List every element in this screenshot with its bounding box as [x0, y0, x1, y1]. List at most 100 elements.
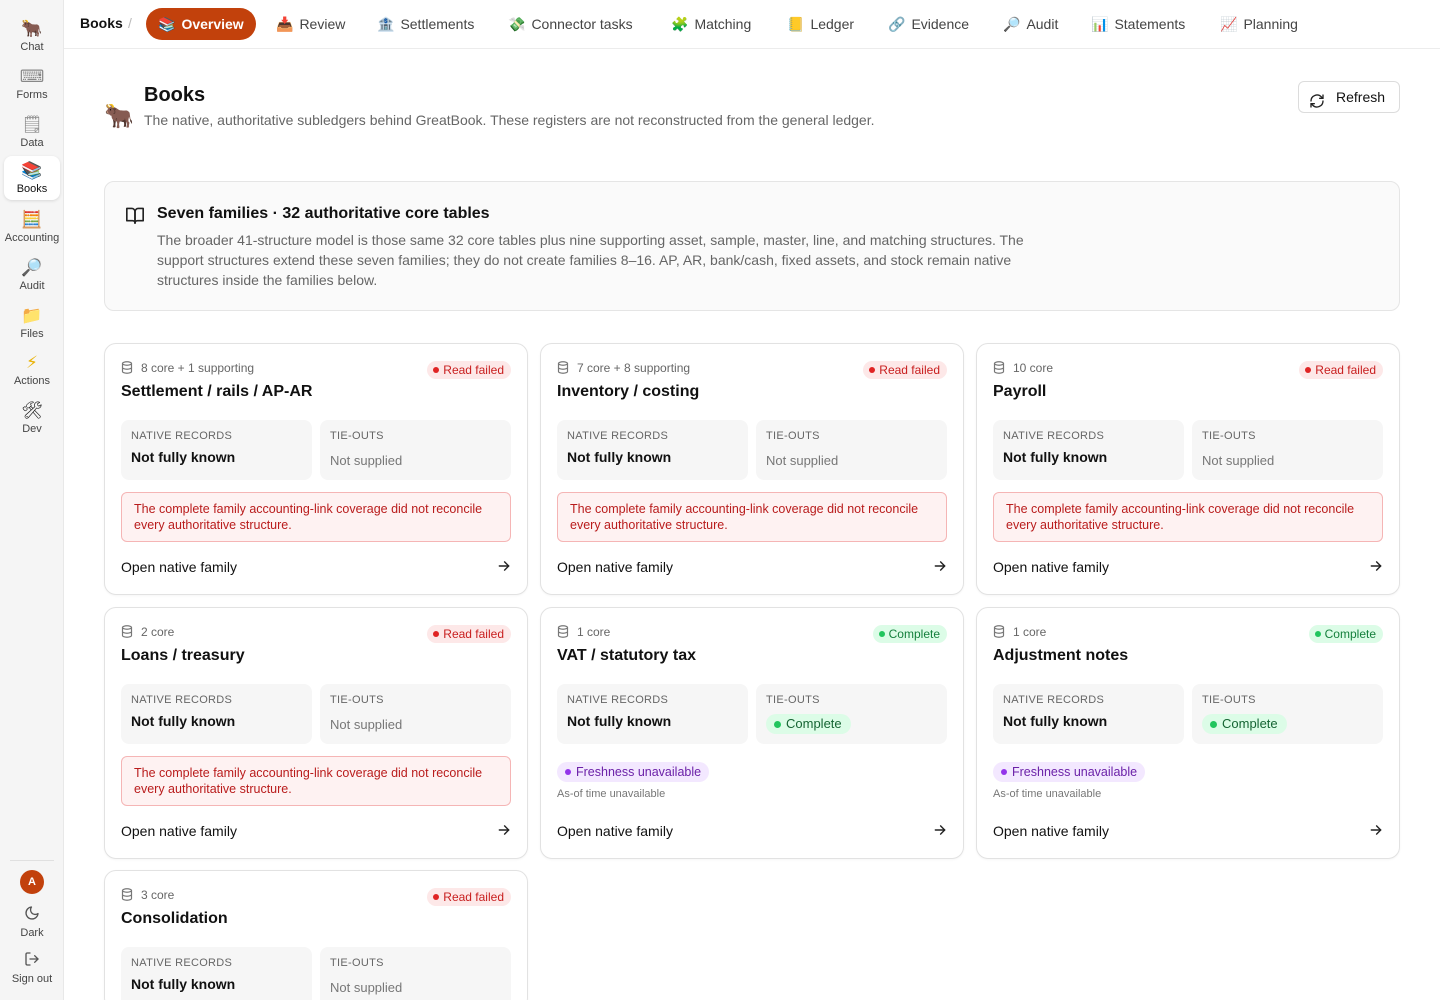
bull-icon: 🐂	[104, 102, 134, 130]
sidebar-item-data[interactable]: 🗒 Data	[4, 110, 60, 154]
arrow-right-icon[interactable]	[1369, 823, 1383, 842]
table-count: 1 core	[577, 625, 611, 639]
native-records-stat: NATIVE RECORDS Not fully known	[121, 947, 312, 1000]
sidebar-item-actions[interactable]: ⚡ Actions	[4, 348, 60, 392]
family-title: Settlement / rails / AP-AR	[121, 383, 313, 400]
native-records-stat: NATIVE RECORDS Not fully known	[993, 420, 1184, 480]
lightning-icon: ⚡	[26, 353, 38, 373]
database-icon	[121, 888, 133, 906]
complete-pill: Complete	[766, 714, 851, 734]
bank-icon: 🏦	[377, 17, 395, 33]
tab-label: Planning	[1243, 16, 1298, 32]
family-card: 7 core + 8 supporting Read failed Invent…	[540, 343, 964, 595]
arrow-right-icon[interactable]	[933, 559, 947, 578]
info-body: The broader 41-structure model is those …	[157, 232, 1024, 288]
inbox-icon: 📥	[276, 17, 294, 33]
tab-connector-tasks[interactable]: 💸 Connector tasks	[508, 8, 633, 40]
status-badge: Read failed	[863, 361, 947, 379]
tie-outs-stat: TIE-OUTS Not supplied	[320, 684, 511, 744]
sidebar-item-books[interactable]: 📚 Books	[4, 156, 60, 200]
breadcrumb-separator: /	[128, 15, 132, 31]
tab-label: Ledger	[810, 16, 855, 32]
info-panel: Seven families · 32 authoritative core t…	[104, 181, 1400, 311]
family-card: 1 core Complete VAT / statutory tax NATI…	[540, 607, 964, 859]
avatar[interactable]: A	[20, 870, 44, 894]
tie-outs-stat: TIE-OUTS Not supplied	[320, 947, 511, 1000]
arrow-right-icon[interactable]	[933, 823, 947, 842]
tab-label: Evidence	[911, 16, 970, 32]
spreadsheet-icon: 🗒	[21, 115, 43, 135]
sidebar-item-accounting[interactable]: 🧮 Accounting	[4, 205, 60, 249]
keyboard-icon: ⌨	[19, 67, 45, 87]
database-icon	[993, 625, 1005, 643]
tab-statements[interactable]: 📊 Statements	[1091, 8, 1185, 40]
sidebar-item-forms[interactable]: ⌨ Forms	[4, 62, 60, 106]
as-of-time: As-of time unavailable	[993, 788, 1102, 800]
abacus-icon: 🧮	[21, 210, 43, 230]
family-title: Loans / treasury	[121, 647, 245, 664]
open-native-family-link[interactable]: Open native family	[993, 823, 1109, 839]
books-icon: 📚	[158, 17, 176, 33]
as-of-time: As-of time unavailable	[557, 788, 666, 800]
table-count: 3 core	[141, 888, 175, 902]
sidebar-divider	[10, 860, 54, 861]
open-native-family-link[interactable]: Open native family	[121, 559, 237, 575]
status-badge: Read failed	[427, 888, 511, 906]
open-native-family-link[interactable]: Open native family	[557, 823, 673, 839]
tab-settlements[interactable]: 🏦 Settlements	[377, 8, 474, 40]
tab-evidence[interactable]: 🔗 Evidence	[888, 8, 969, 40]
freshness-badge: Freshness unavailable	[993, 762, 1146, 782]
table-count: 8 core + 1 supporting	[141, 361, 255, 375]
tab-label: Audit	[1026, 16, 1059, 32]
magnifier-icon: 🔎	[1003, 17, 1021, 33]
open-native-family-link[interactable]: Open native family	[557, 559, 673, 575]
tab-review[interactable]: 📥 Review	[276, 8, 345, 40]
open-native-family-link[interactable]: Open native family	[121, 823, 237, 839]
top-nav: Books / 📚 Overview 📥 Review 🏦 Settlements 💸…	[64, 0, 1440, 49]
sidebar-item-label: Files	[20, 328, 44, 340]
refresh-button[interactable]: Refresh	[1298, 81, 1400, 113]
open-native-family-link[interactable]: Open native family	[993, 559, 1109, 575]
freshness-badge: Freshness unavailable	[557, 762, 710, 782]
sidebar-item-label: Audit	[19, 280, 45, 292]
tie-outs-stat: TIE-OUTS Complete	[1192, 684, 1383, 744]
sign-out-icon	[4, 951, 60, 971]
tab-ledger[interactable]: 📒 Ledger	[787, 8, 854, 40]
ledger-icon: 📒	[787, 17, 805, 33]
open-book-icon	[125, 206, 145, 229]
tab-label: Settlements	[400, 16, 475, 32]
sign-out-button[interactable]: Sign out	[4, 946, 60, 990]
complete-pill: Complete	[1202, 714, 1287, 734]
arrow-right-icon[interactable]	[1369, 559, 1383, 578]
page-title: Books	[144, 84, 206, 106]
sidebar-item-label: Forms	[16, 89, 48, 101]
sidebar-item-audit[interactable]: 🔎 Audit	[4, 253, 60, 297]
tab-label: Matching	[694, 16, 752, 32]
coverage-warning: The complete family accounting-link cove…	[121, 756, 511, 806]
dark-mode-label: Dark	[20, 927, 44, 939]
dark-mode-toggle[interactable]: Dark	[4, 900, 60, 944]
arrow-right-icon[interactable]	[497, 823, 511, 842]
tab-matching[interactable]: 🧩 Matching	[671, 8, 751, 40]
family-card: 1 core Complete Adjustment notes NATIVE …	[976, 607, 1400, 859]
family-card: 10 core Read failed Payroll NATIVE RECOR…	[976, 343, 1400, 595]
puzzle-icon: 🧩	[671, 17, 689, 33]
bar-chart-icon: 📊	[1091, 17, 1109, 33]
arrow-right-icon[interactable]	[497, 559, 511, 578]
status-badge: Read failed	[427, 625, 511, 643]
status-badge: Complete	[1308, 625, 1383, 643]
tab-audit[interactable]: 🔎 Audit	[1003, 8, 1058, 40]
tie-outs-stat: TIE-OUTS Not supplied	[320, 420, 511, 480]
sidebar-item-chat[interactable]: 🐂 Chat	[4, 14, 60, 58]
database-icon	[121, 625, 133, 643]
breadcrumb[interactable]: Books	[80, 15, 123, 31]
sidebar-item-label: Books	[16, 183, 48, 195]
tab-overview[interactable]: 📚 Overview	[146, 8, 256, 40]
status-badge: Read failed	[427, 361, 511, 379]
bull-icon: 🐂	[21, 19, 43, 39]
sidebar-item-label: Accounting	[4, 232, 60, 244]
sidebar-item-files[interactable]: 📁 Files	[4, 301, 60, 345]
family-title: Adjustment notes	[993, 647, 1129, 664]
sidebar-item-dev[interactable]: 🛠 Dev	[4, 396, 60, 440]
tab-planning[interactable]: 📈 Planning	[1220, 8, 1298, 40]
